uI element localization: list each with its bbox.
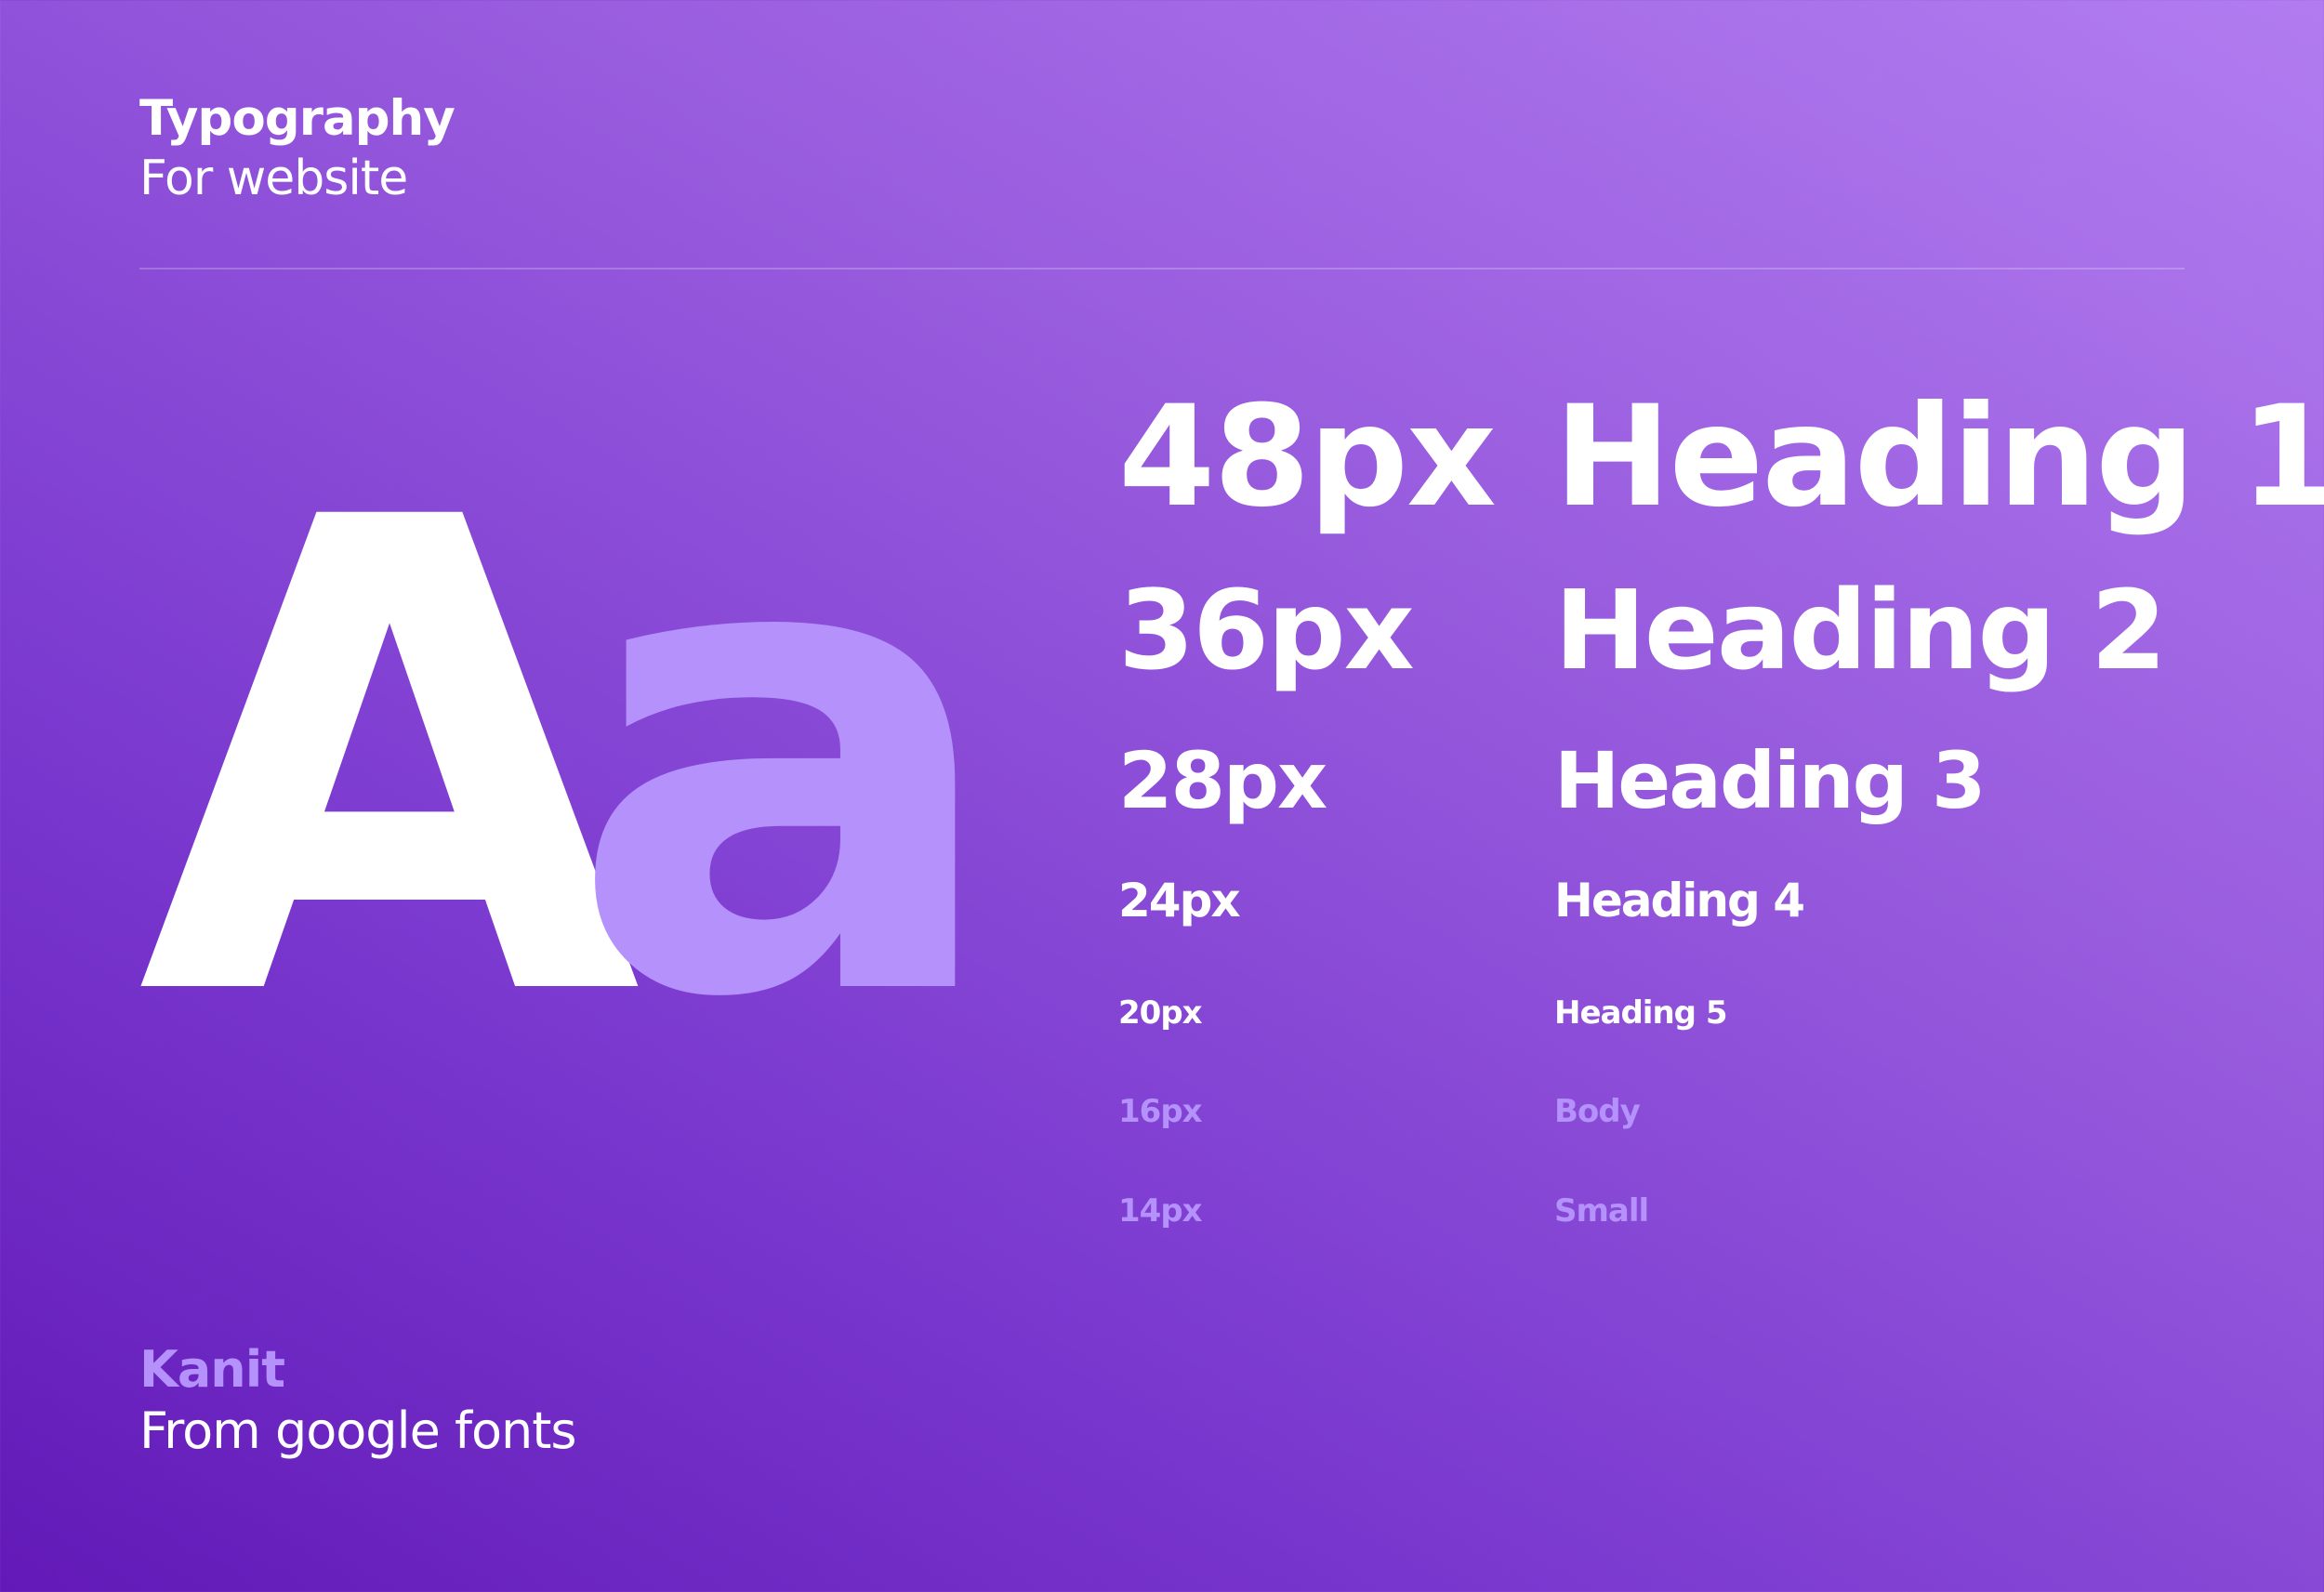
scale-size-h3: 28px (1118, 735, 1327, 826)
font-name: Kanit (139, 1340, 285, 1399)
scale-label-h1: Heading 1 (1554, 376, 2324, 538)
scale-label-body: Body (1554, 1093, 1641, 1130)
scale-size-h5: 20px (1118, 994, 1203, 1032)
page-subtitle: For website (139, 151, 408, 206)
header-divider (139, 268, 2185, 270)
specimen-uppercase: A (138, 383, 641, 1140)
scale-label-h2: Heading 2 (1554, 566, 2167, 694)
scale-size-small: 14px (1118, 1192, 1203, 1230)
scale-label-h3: Heading 3 (1554, 735, 1986, 826)
scale-size-h4: 24px (1118, 874, 1241, 928)
scale-size-h1: 48px (1118, 376, 1497, 538)
scale-label-h5: Heading 5 (1554, 994, 1727, 1032)
scale-label-small: Small (1554, 1192, 1649, 1230)
scale-size-h2: 36px (1118, 566, 1415, 694)
font-source: From google fonts (139, 1401, 577, 1460)
scale-size-body: 16px (1118, 1093, 1203, 1130)
scale-label-h4: Heading 4 (1554, 874, 1805, 928)
specimen-lowercase: a (567, 383, 1007, 1140)
page-title: Typography (139, 90, 456, 147)
